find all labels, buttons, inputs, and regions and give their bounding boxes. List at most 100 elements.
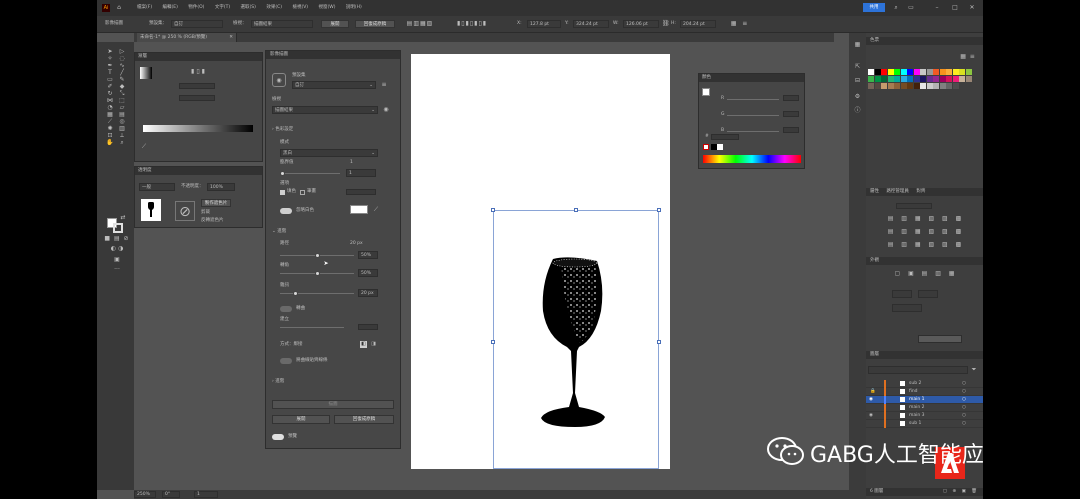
color-swatch[interactable] [939,69,946,75]
paths-field[interactable]: 50% [358,251,378,259]
mesh-tool-icon[interactable]: ▦ [104,111,116,118]
opacity-field[interactable]: 100% [207,183,235,191]
trace-mode-select[interactable]: 黑白 ⌄ [280,149,378,157]
more-tools-icon[interactable]: ··· [104,266,130,273]
hand-tool-icon[interactable]: ✋ [104,139,116,146]
color-swatch[interactable] [946,69,952,75]
type-tool-icon[interactable]: T [104,69,116,76]
swap-fill-stroke-icon[interactable]: ⇄ [120,214,126,221]
color-swatch[interactable] [913,69,920,75]
menu-object[interactable]: 物件(O) [188,5,204,10]
screen-mode-icon[interactable]: ▣ [104,256,130,263]
hex-field[interactable] [711,134,739,140]
minimize-icon[interactable]: – [933,4,941,11]
color-swatch[interactable] [907,76,913,82]
white-color-swatch[interactable] [350,205,368,214]
eyedropper-icon[interactable]: ⟋ [140,143,148,150]
color-swatch[interactable] [946,76,952,82]
blend-tool-icon[interactable]: ◎ [116,118,128,125]
corners-field[interactable]: 50% [358,269,378,277]
g-field[interactable] [783,111,799,117]
menu-type[interactable]: 文字(T) [215,5,230,10]
fills-checkbox[interactable] [280,190,285,195]
symbol-sprayer-tool-icon[interactable]: ✺ [104,125,116,132]
picker-eyedropper-icon[interactable]: ⟋ [372,206,380,213]
color-swatch[interactable] [952,69,959,75]
gradient-type-icons[interactable]: ▮▯▮ [179,68,219,75]
tab-align[interactable]: 對齊 [916,189,925,194]
align-icon[interactable]: ▤▥▦▧ [405,20,435,27]
gradient-preview[interactable] [140,67,152,79]
scale-tool-icon[interactable]: ⤡ [116,90,128,97]
gradient-slider[interactable] [143,125,253,132]
color-mode-icons[interactable]: ■ ▤ ⊘ [104,235,130,242]
eyedropper-tool-icon[interactable]: ⟋ [104,118,116,125]
strokes-checkbox[interactable] [300,190,305,195]
b-slider[interactable] [727,131,779,132]
link-icon[interactable]: ⛓ [662,20,670,27]
free-transform-tool-icon[interactable]: ⬚ [116,97,128,104]
color-swatch[interactable] [874,69,881,75]
snap-toggle[interactable] [280,306,292,312]
color-swatch[interactable] [900,83,907,89]
color-swatch[interactable] [926,83,933,89]
document-tab[interactable]: 未命名-1* @ 250 % (RGB/預覽) ✕ [137,33,237,42]
menu-effect[interactable]: 效果(C) [266,5,282,10]
noise-knob[interactable] [293,291,298,296]
color-swatch[interactable] [887,83,894,89]
view-select[interactable]: 描圖結果 [251,20,313,28]
rotate-tool-icon[interactable]: ↻ [104,90,116,97]
color-swatch[interactable] [894,69,900,75]
graph-tool-icon[interactable]: ▥ [116,125,128,132]
handle-tl[interactable] [491,208,495,212]
color-settings-section[interactable]: › 色彩設定 [272,127,293,133]
filter-icon[interactable]: ⏷ [970,366,978,373]
traced-wine-glass[interactable] [539,255,611,430]
color-swatch[interactable] [920,69,926,75]
color-spectrum[interactable] [703,155,801,163]
gradient-ratio-field[interactable] [179,95,215,101]
layers-footer-icons[interactable]: ▢ ⊕ ▣ 🗑 [943,488,979,496]
auto-color-icon[interactable]: ◉ [272,73,286,87]
maximize-icon[interactable]: □ [951,4,959,11]
color-swatch[interactable] [939,76,946,82]
align-to-select[interactable] [896,203,932,209]
color-swatch[interactable] [894,76,900,82]
pen-tool-icon[interactable]: ✒ [104,62,116,69]
threshold-field[interactable]: 1 [346,169,376,177]
info-icon[interactable]: ⓘ [853,107,862,114]
color-swatch[interactable] [920,76,926,82]
color-swatch[interactable] [952,83,959,89]
noise-field[interactable]: 20 px [358,289,378,297]
appearance-field-2[interactable] [918,290,938,298]
menu-help[interactable]: 說明(H) [346,5,362,10]
swatch-grid[interactable] [868,69,972,105]
color-swatch[interactable] [933,76,939,82]
color-swatch[interactable] [907,69,913,75]
gradient-tool-icon[interactable]: ▤ [116,111,128,118]
lasso-tool-icon[interactable]: ◌ [116,55,128,62]
width-tool-icon[interactable]: ⋈ [104,97,116,104]
object-thumbnail[interactable] [141,199,161,221]
color-swatch[interactable] [881,69,887,75]
trace-expand-button[interactable]: 展開 [272,415,330,424]
color-swatch[interactable] [874,83,881,89]
layer-row-main1-selected[interactable]: ◉ main 1 ○ [866,396,983,404]
menu-file[interactable]: 檔案(F) [137,5,152,10]
rectangle-tool-icon[interactable]: ▭ [104,76,116,83]
menu-window[interactable]: 視窗(W) [318,5,335,10]
trace-view-select[interactable]: 描圖結果 ⌄ [272,106,378,114]
transform-icon[interactable]: ▦ ≡ [725,20,755,27]
color-swatch[interactable] [881,76,887,82]
make-mask-button[interactable]: 製作遮色片 [201,199,231,207]
expand-button[interactable]: 展開 [321,20,349,28]
color-swatch[interactable] [946,83,952,89]
paintbrush-tool-icon[interactable]: ✎ [116,76,128,83]
layer-row-sub2[interactable]: sub 2 ○ [866,380,983,388]
home-icon[interactable]: ⌂ [115,4,123,12]
align-icons-row3[interactable]: ▤ ▥ ▦ ▧ ▨ ▩ [872,241,980,248]
color-swatch[interactable] [900,69,907,75]
r-field[interactable] [783,95,799,101]
trace-reset-button[interactable]: 回復成原稿 [334,415,394,424]
menu-edit[interactable]: 編輯(E) [163,5,178,10]
